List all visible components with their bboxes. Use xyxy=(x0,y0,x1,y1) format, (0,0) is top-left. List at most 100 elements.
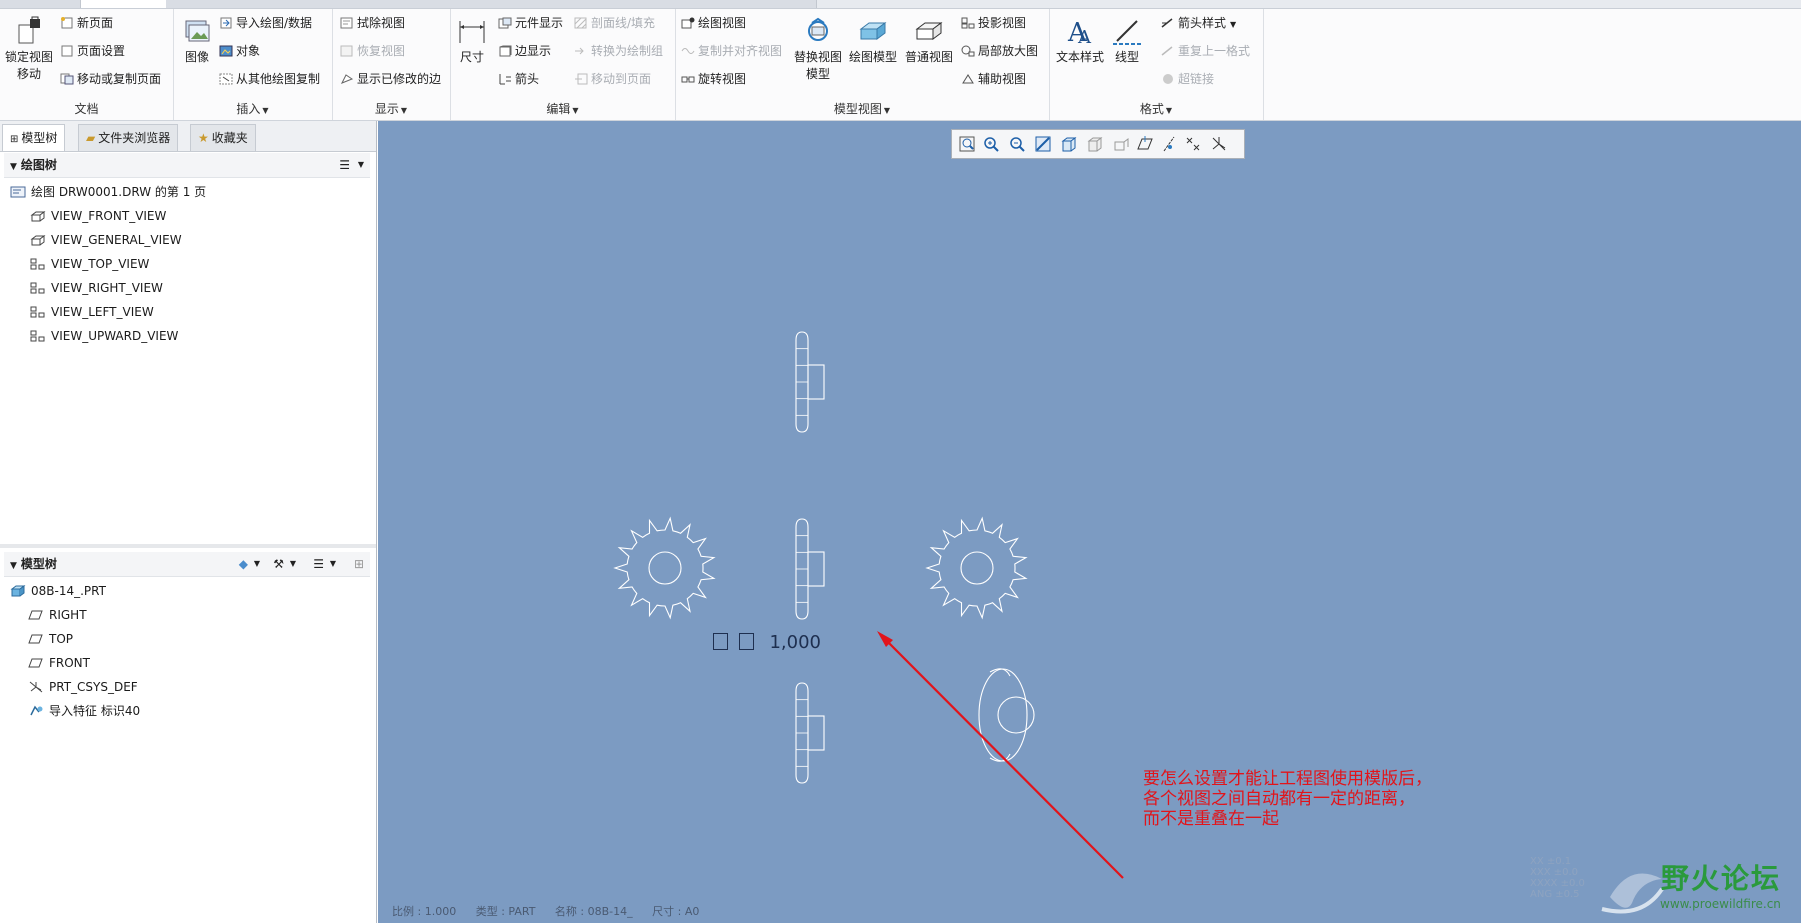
show-modified-edges-button[interactable]: 显示已修改的边 xyxy=(340,69,441,89)
tree-item-view[interactable]: VIEW_RIGHT_VIEW xyxy=(30,277,163,299)
model-tree-header[interactable]: ▼ 模型树 ◆ ▼ ⚒ ▼ ☰ ▼ ⊞ xyxy=(4,552,370,577)
tab-table[interactable] xyxy=(166,0,207,8)
tree-item-view[interactable]: VIEW_FRONT_VIEW xyxy=(30,205,166,227)
hyperlink-icon xyxy=(1163,74,1173,84)
zoom-out-icon[interactable] xyxy=(1008,135,1026,153)
tree-item-view[interactable]: VIEW_GENERAL_VIEW xyxy=(30,229,182,251)
copy-align-view-button[interactable]: 复制并对齐视图 xyxy=(681,41,782,61)
dropdown-arrow-icon[interactable]: ▼ xyxy=(358,153,364,177)
arrow-style-button[interactable]: 箭头样式 ▼ xyxy=(1161,13,1236,33)
image-button[interactable]: 图像 xyxy=(179,15,215,66)
hyperlink-button[interactable]: 超链接 xyxy=(1161,69,1214,89)
new-page-button[interactable]: 新页面 xyxy=(60,13,113,33)
dropdown-arrow-icon: ▼ xyxy=(262,106,269,115)
tree-settings-icon[interactable]: ☰ xyxy=(339,153,350,177)
tools-icon[interactable]: ⚒ xyxy=(273,552,284,576)
group-label-display[interactable]: 显示 ▼ xyxy=(332,101,450,117)
text-style-button[interactable]: AA 文本样式 xyxy=(1053,15,1107,66)
collapse-triangle-icon[interactable]: ▼ xyxy=(10,561,17,571)
tree-item-import-feature[interactable]: 导入特征 标识40 xyxy=(28,700,140,722)
tab-sketch[interactable] xyxy=(276,0,337,8)
tab-file[interactable] xyxy=(0,0,81,8)
tab-model-tree[interactable]: ⊞ 模型树 xyxy=(2,124,66,151)
tree-item-coordinate-system[interactable]: PRT_CSYS_DEF xyxy=(28,676,138,698)
no-hidden-icon[interactable] xyxy=(1112,135,1130,153)
refit-icon[interactable] xyxy=(958,135,976,153)
replace-view-model-button[interactable]: 替换视图 模型 xyxy=(791,15,845,83)
tree-item-datum-plane[interactable]: TOP xyxy=(28,628,73,650)
zoom-in-icon[interactable] xyxy=(982,135,1000,153)
detailed-view-button[interactable]: 局部放大图 xyxy=(961,41,1038,61)
datum-plane-display-icon[interactable] xyxy=(1136,135,1154,153)
general-view-button[interactable]: 普通视图 xyxy=(903,15,955,66)
tab-framework[interactable] xyxy=(736,0,817,8)
erase-view-button[interactable]: 拭除视图 xyxy=(340,13,405,33)
copy-from-other-drawing-button[interactable]: 从其他绘图复制 xyxy=(219,69,320,89)
model-display-icon[interactable]: ◆ xyxy=(239,552,248,576)
page-setup-button[interactable]: 页面设置 xyxy=(60,41,125,61)
repeat-last-format-button[interactable]: 重复上一格式 xyxy=(1161,41,1250,61)
tree-item-view[interactable]: VIEW_TOP_VIEW xyxy=(30,253,149,275)
tab-analysis[interactable] xyxy=(436,0,507,8)
tab-view[interactable] xyxy=(656,0,737,8)
dropdown-arrow-icon[interactable]: ▼ xyxy=(330,552,336,576)
tab-annotate[interactable] xyxy=(206,0,277,8)
auxiliary-view-button[interactable]: 辅助视图 xyxy=(961,69,1026,89)
tree-filter-icon[interactable]: ⊞ xyxy=(354,552,364,576)
text-style-icon: AA xyxy=(1067,18,1092,47)
group-label-model-views[interactable]: 模型视图 ▼ xyxy=(675,101,1049,117)
arrow-button[interactable]: 箭头 xyxy=(498,69,539,89)
collapse-triangle-icon[interactable]: ▼ xyxy=(10,162,17,172)
restore-view-icon xyxy=(340,45,353,57)
edge-display-button[interactable]: 边显示 xyxy=(498,41,551,61)
move-to-page-button[interactable]: 移动到页面 xyxy=(574,69,651,89)
tree-item-datum-plane[interactable]: RIGHT xyxy=(28,604,87,626)
hidden-line-icon[interactable] xyxy=(1086,135,1104,153)
tree-item-datum-plane[interactable]: FRONT xyxy=(28,652,90,674)
tree-item-part[interactable]: 08B-14_.PRT xyxy=(10,580,106,602)
repaint-icon[interactable] xyxy=(1034,135,1052,153)
tab-tools[interactable] xyxy=(586,0,657,8)
convert-to-draft-group-button[interactable]: 转换为绘制组 xyxy=(574,41,663,61)
line-style-button[interactable]: 线型 xyxy=(1107,15,1147,66)
tab-folder-browser[interactable]: ▰ 文件夹浏览器 xyxy=(78,124,179,151)
tab-layout[interactable] xyxy=(80,0,168,8)
dropdown-arrow-icon[interactable]: ▼ xyxy=(290,552,296,576)
missing-glyph-box-icon xyxy=(738,633,754,650)
tab-inheritance[interactable] xyxy=(336,0,437,8)
element-display-button[interactable]: 元件显示 xyxy=(498,13,563,33)
dimension-button[interactable]: 尺寸 xyxy=(452,15,492,66)
tab-favorites[interactable]: ★ 收藏夹 xyxy=(190,124,256,151)
csys-display-icon[interactable] xyxy=(1210,135,1228,153)
drawing-tree-header[interactable]: ▼ 绘图树 ☰ ▼ xyxy=(4,153,370,178)
tree-item-view[interactable]: VIEW_LEFT_VIEW xyxy=(30,301,154,323)
lock-view-move-button[interactable]: 锁定视图 移动 xyxy=(2,15,56,83)
move-copy-page-button[interactable]: 移动或复制页面 xyxy=(60,69,161,89)
restore-view-button[interactable]: 恢复视图 xyxy=(340,41,405,61)
hatch-fill-button[interactable]: 剖面线/填充 xyxy=(574,13,655,33)
dropdown-arrow-icon[interactable]: ▼ xyxy=(254,552,260,576)
group-label-format[interactable]: 格式 ▼ xyxy=(1049,101,1263,117)
projection-view-button[interactable]: 投影视图 xyxy=(961,13,1026,33)
panel-splitter[interactable] xyxy=(0,544,376,548)
ribbon-tab-strip xyxy=(0,0,1801,9)
drawing-canvas[interactable] xyxy=(378,121,1801,923)
group-label-edit[interactable]: 编辑 ▼ xyxy=(450,101,675,117)
rotate-view-button[interactable]: 旋转视图 xyxy=(681,69,746,89)
tree-item-view[interactable]: VIEW_UPWARD_VIEW xyxy=(30,325,178,347)
drawing-model-button[interactable]: 绘图模型 xyxy=(847,15,899,66)
import-drawing-button[interactable]: 导入绘图/数据 xyxy=(219,13,312,33)
datum-point-display-icon[interactable] xyxy=(1184,135,1202,153)
display-style-icon[interactable] xyxy=(1060,135,1078,153)
object-button[interactable]: 对象 xyxy=(219,41,260,61)
dropdown-arrow-icon: ▼ xyxy=(1230,20,1237,29)
drawing-view-button[interactable]: 绘图视图 xyxy=(681,13,746,33)
group-label-insert[interactable]: 插入 ▼ xyxy=(173,101,332,117)
tree-settings-icon[interactable]: ☰ xyxy=(313,552,324,576)
tab-review[interactable] xyxy=(506,0,587,8)
note-line: 各个视图之间自动都有一定的距离， xyxy=(1143,789,1415,809)
element-display-icon xyxy=(498,17,512,29)
datum-axis-display-icon[interactable] xyxy=(1160,135,1178,153)
scale-indicator: 1,000 xyxy=(713,632,821,653)
tree-item-drawing-sheet[interactable]: 绘图 DRW0001.DRW 的第 1 页 xyxy=(10,181,206,203)
